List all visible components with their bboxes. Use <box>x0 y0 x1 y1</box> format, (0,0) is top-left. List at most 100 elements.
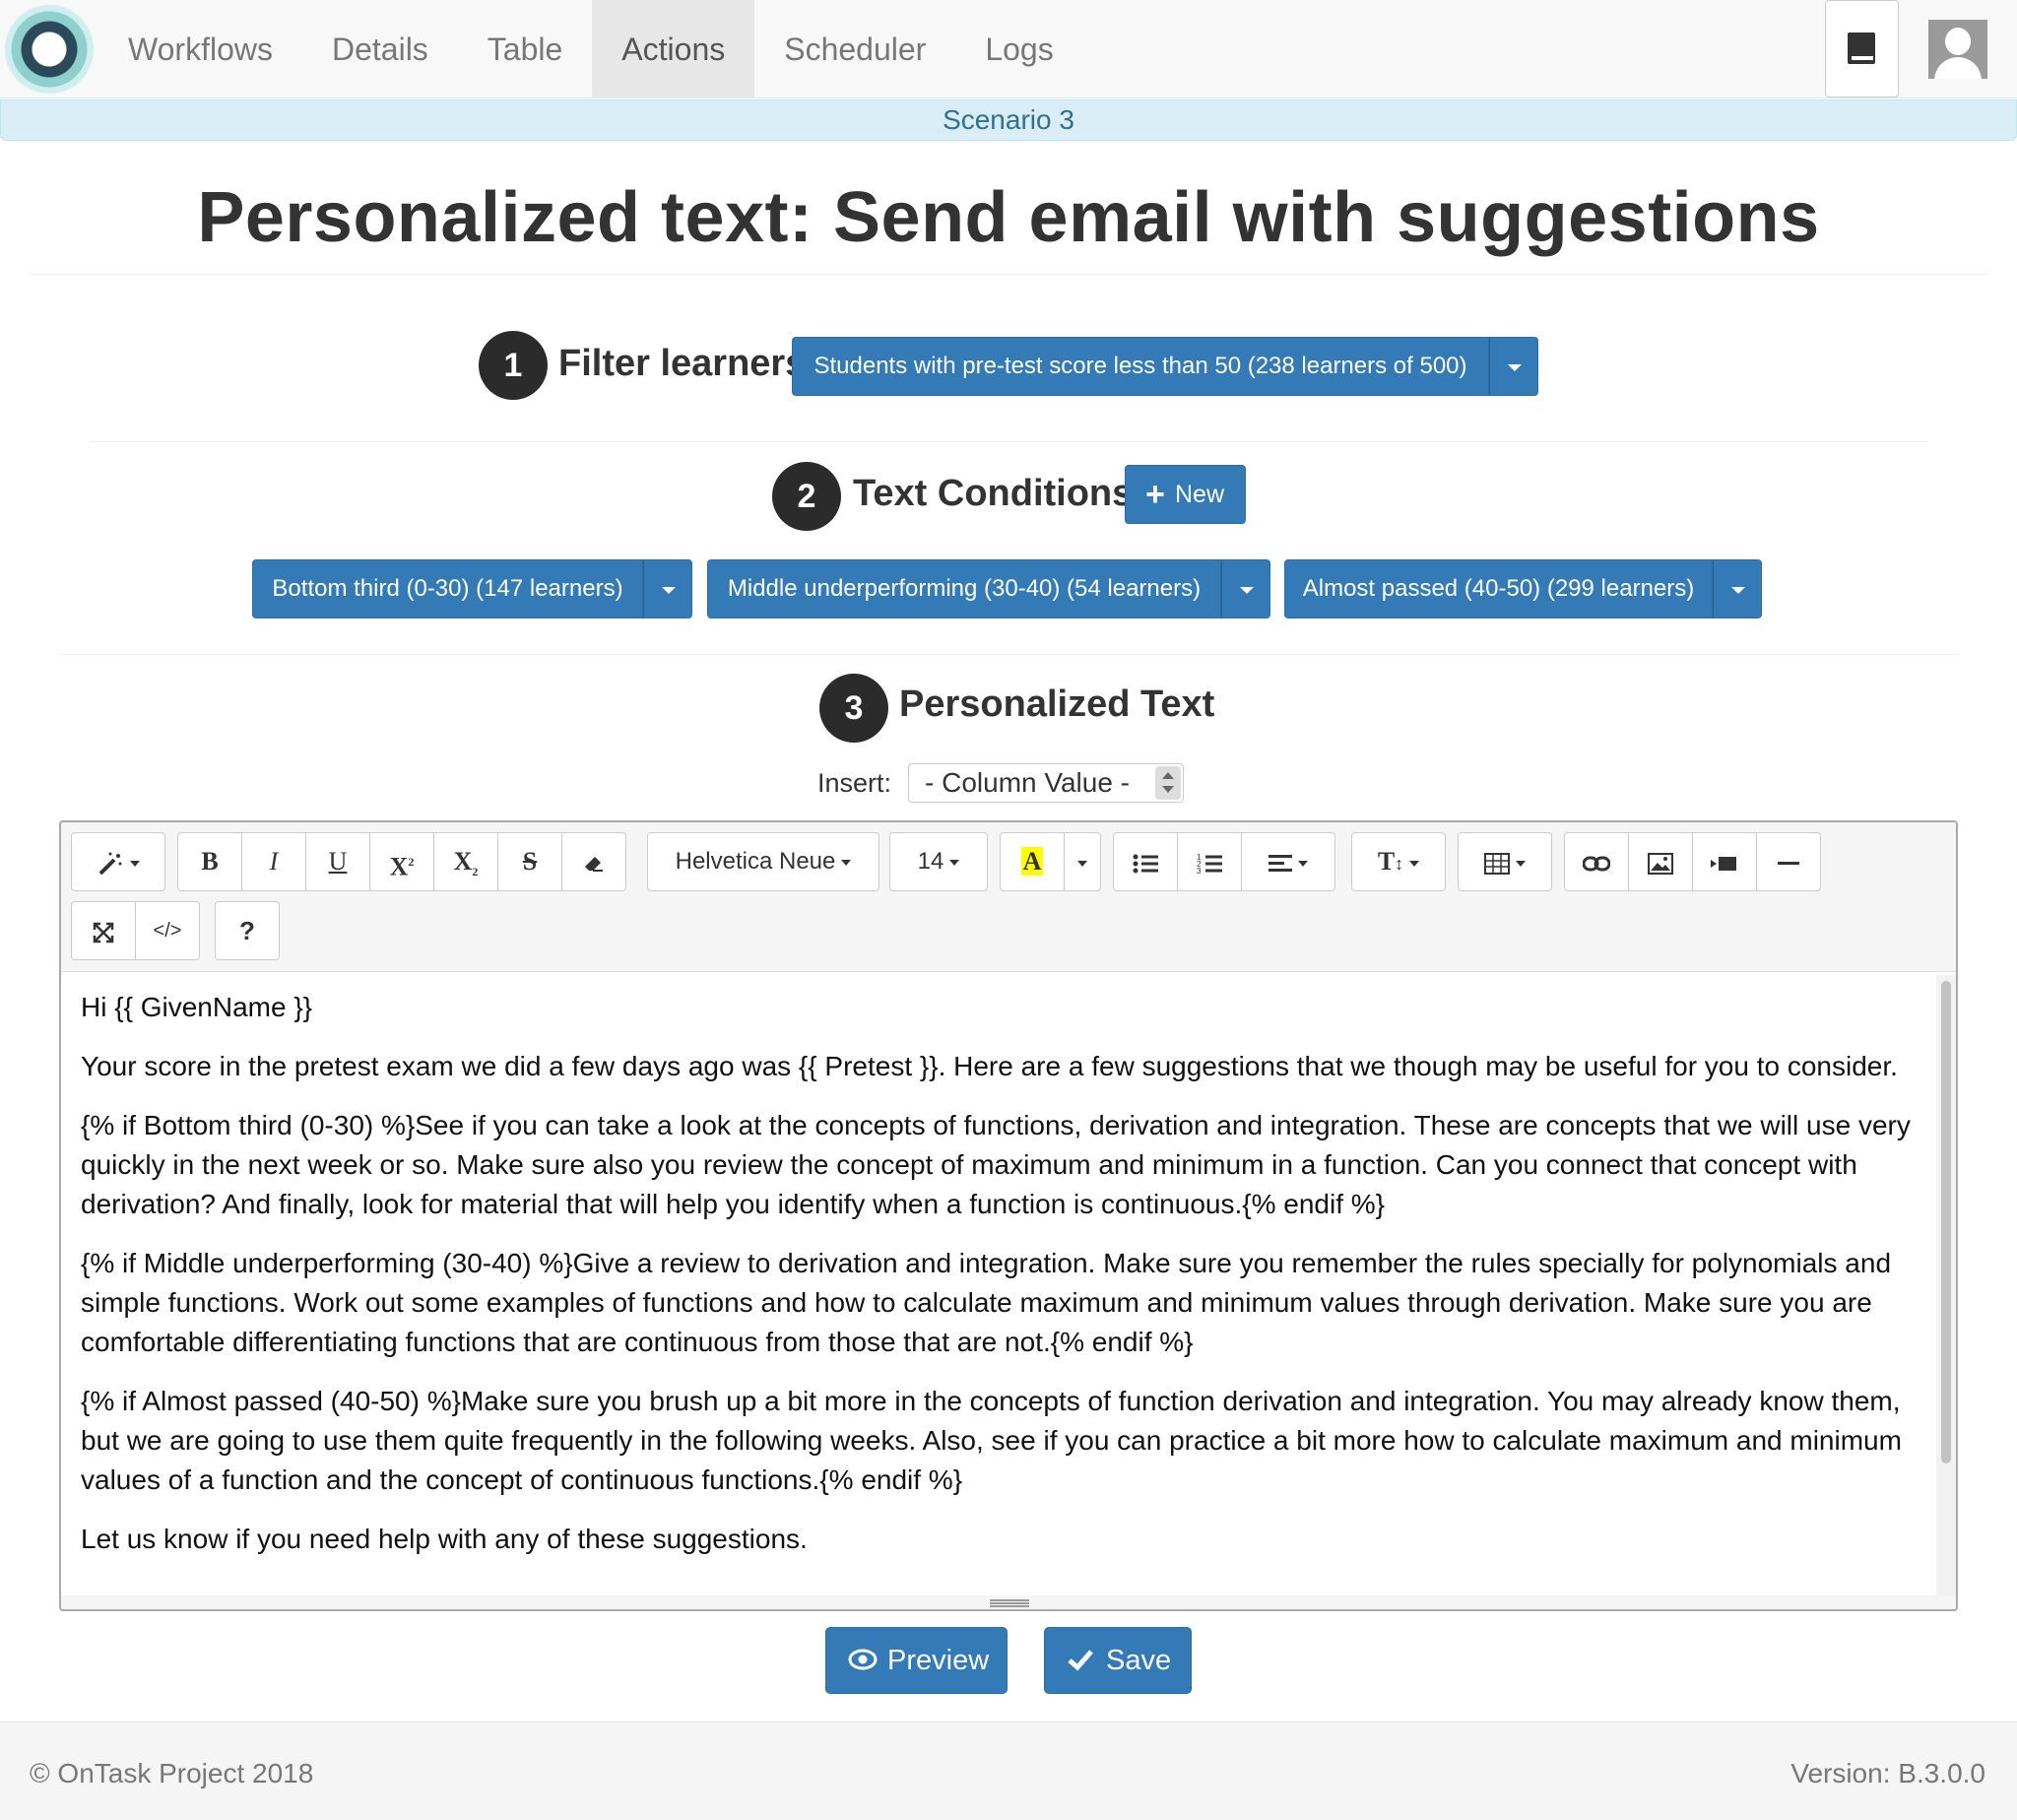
paragraph-group: 123 <box>1113 832 1335 891</box>
view-group: </> <box>71 901 200 960</box>
filter-learners-heading: Filter learners <box>558 343 807 384</box>
scrollbar-thumb[interactable] <box>1941 981 1951 1463</box>
subscript-button[interactable]: X2 <box>433 832 498 891</box>
condition-dropdown-toggle[interactable] <box>643 559 692 618</box>
strikethrough-button[interactable]: S <box>497 832 562 891</box>
fullscreen-button[interactable] <box>71 901 136 960</box>
plus-icon: + <box>1145 476 1165 513</box>
help-group: ? <box>215 901 280 960</box>
column-value-select-value: - Column Value - <box>925 767 1131 798</box>
top-navbar: Workflows Details Table Actions Schedule… <box>0 0 2017 98</box>
filter-dropdown-toggle[interactable] <box>1489 337 1538 396</box>
workflow-name-bar: Scenario 3 <box>0 99 2017 141</box>
magic-style-button[interactable] <box>71 832 165 891</box>
bold-button[interactable]: B <box>177 832 242 891</box>
font-size-group: 14 <box>889 832 988 891</box>
font-style-group: B I U X2 X2 S <box>177 832 626 891</box>
font-name-dropdown[interactable]: Helvetica Neue <box>647 832 879 891</box>
ontask-logo-icon[interactable] <box>2 2 97 97</box>
nav-item-scheduler[interactable]: Scheduler <box>754 0 955 98</box>
step-number-3: 3 <box>819 674 888 743</box>
book-icon <box>1848 32 1875 64</box>
line-height-dropdown[interactable]: T↕ <box>1351 832 1446 891</box>
editor-resize-bar[interactable] <box>61 1595 1956 1609</box>
horizontal-rule-icon <box>1778 862 1799 866</box>
style-group <box>71 832 165 891</box>
color-dropdown-toggle[interactable] <box>1064 832 1101 891</box>
checkmark-icon <box>1067 1628 1094 1693</box>
divider <box>89 441 1928 442</box>
editor-scrollbar[interactable] <box>1936 975 1956 1595</box>
nav-item-details[interactable]: Details <box>302 0 458 98</box>
step-number-2: 2 <box>772 462 841 531</box>
preview-button[interactable]: Preview <box>825 1627 1008 1694</box>
nav-item-actions[interactable]: Actions <box>592 0 755 98</box>
horizontal-rule-button[interactable] <box>1756 832 1821 891</box>
filter-edit-button[interactable]: Students with pre-test score less than 5… <box>792 337 1489 396</box>
superscript-button[interactable]: X2 <box>369 832 434 891</box>
align-dropdown[interactable] <box>1241 832 1335 891</box>
save-label: Save <box>1106 1645 1172 1676</box>
text-conditions-heading: Text Conditions <box>853 473 1134 514</box>
footer-version: Version: B.3.0.0 <box>1790 1758 1985 1788</box>
condition-edit-button[interactable]: Almost passed (40-50) (299 learners) <box>1284 559 1713 618</box>
numbered-list-icon: 123 <box>1197 853 1222 876</box>
fullscreen-icon <box>93 922 114 943</box>
eraser-icon <box>585 857 603 873</box>
video-icon <box>1711 857 1736 872</box>
editor-paragraph: Your score in the pretest exam we did a … <box>81 1051 1898 1081</box>
table-icon <box>1484 853 1510 876</box>
resize-grip-icon <box>990 1599 1029 1607</box>
nav-item-logs[interactable]: Logs <box>955 0 1082 98</box>
table-group <box>1458 832 1552 891</box>
editor-paragraph: Hi {{ GivenName }} <box>81 992 313 1022</box>
filter-button-group: Students with pre-test score less than 5… <box>792 337 1538 396</box>
magic-wand-icon <box>98 852 122 876</box>
column-value-select[interactable]: - Column Value - <box>908 763 1184 803</box>
save-button[interactable]: Save <box>1044 1627 1192 1694</box>
svg-text:3: 3 <box>1197 867 1202 875</box>
personalized-text-heading: Personalized Text <box>899 683 1215 725</box>
italic-button[interactable]: I <box>241 832 306 891</box>
page-title: Personalized text: Send email with sugge… <box>197 178 1820 257</box>
ordered-list-button[interactable]: 123 <box>1177 832 1242 891</box>
font-name-group: Helvetica Neue <box>647 832 879 891</box>
eye-icon <box>848 1628 878 1693</box>
help-button[interactable]: ? <box>215 901 280 960</box>
condition-edit-button[interactable]: Middle underperforming (30-40) (54 learn… <box>707 559 1221 618</box>
divider <box>59 654 1958 655</box>
clear-format-button[interactable] <box>561 832 626 891</box>
step-number-1: 1 <box>479 331 548 400</box>
new-condition-button[interactable]: + New <box>1125 465 1246 524</box>
nav-item-workflows[interactable]: Workflows <box>98 0 302 98</box>
user-avatar-icon[interactable] <box>1928 20 1987 79</box>
line-height-group: T↕ <box>1351 832 1446 891</box>
divider <box>30 274 1987 275</box>
condition-edit-button[interactable]: Bottom third (0-30) (147 learners) <box>252 559 643 618</box>
link-icon <box>1582 856 1611 872</box>
font-size-dropdown[interactable]: 14 <box>889 832 988 891</box>
video-button[interactable] <box>1692 832 1757 891</box>
editor-paragraph: Let us know if you need help with any of… <box>81 1524 808 1554</box>
preview-label: Preview <box>887 1645 990 1676</box>
nav-item-table[interactable]: Table <box>458 0 593 98</box>
new-condition-label: New <box>1175 481 1225 508</box>
table-dropdown[interactable] <box>1458 832 1552 891</box>
underline-button[interactable]: U <box>305 832 370 891</box>
align-left-icon <box>1269 855 1292 873</box>
rich-text-editor: B I U X2 X2 S Helvetica Neue 14 A 1 2 3 … <box>59 820 1958 1611</box>
insert-label: Insert: <box>817 768 892 798</box>
condition-group-almost-passed: Almost passed (40-50) (299 learners) <box>1284 559 1762 618</box>
documentation-button[interactable] <box>1825 0 1899 98</box>
condition-dropdown-toggle[interactable] <box>1221 559 1270 618</box>
unordered-list-button[interactable] <box>1113 832 1178 891</box>
insert-group <box>1564 832 1821 891</box>
color-group: A <box>1000 832 1101 891</box>
condition-dropdown-toggle[interactable] <box>1713 559 1762 618</box>
condition-group-middle: Middle underperforming (30-40) (54 learn… <box>707 559 1270 618</box>
link-button[interactable] <box>1564 832 1629 891</box>
editor-content[interactable]: Hi {{ GivenName }} Your score in the pre… <box>81 988 1913 1579</box>
code-view-button[interactable]: </> <box>135 901 200 960</box>
picture-button[interactable] <box>1628 832 1693 891</box>
text-color-button[interactable]: A <box>1000 832 1065 891</box>
